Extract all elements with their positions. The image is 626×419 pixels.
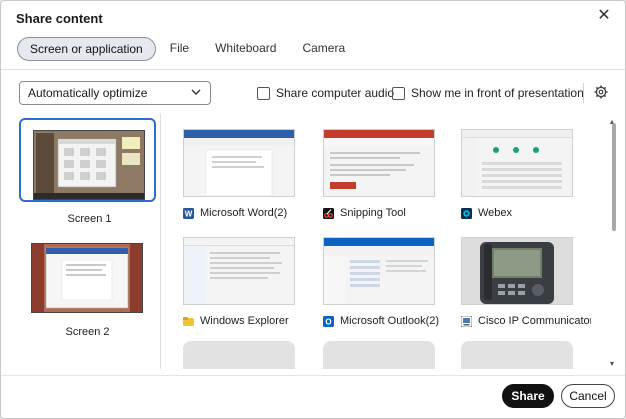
dialog-title: Share content [16,11,103,26]
app-label-row: W Microsoft Word(2) [183,207,287,219]
optimize-select[interactable]: Automatically optimize [19,81,211,105]
app-tile-loading [323,341,435,369]
screen-2-label: Screen 2 [65,326,110,338]
checkbox-box[interactable] [392,86,405,100]
app-label-row: Snipping Tool [323,207,406,219]
app-name: Webex [478,207,513,219]
show-me-checkbox[interactable]: Show me in front of presentation [392,86,584,100]
app-thumbnail [183,237,295,305]
share-audio-checkbox[interactable]: Share computer audio [257,86,394,100]
snipping-preview-graphic [324,138,434,189]
chevron-down-icon [191,89,201,95]
app-thumbnail [461,129,573,197]
app-label-row: Cisco IP Communicator [461,315,591,327]
explorer-preview-graphic [184,246,282,304]
tab-bar: Screen or application File Whiteboard Ca… [17,37,359,61]
app-label-row: O Microsoft Outlook(2) [323,315,439,327]
app-tile-loading [461,341,573,369]
svg-text:O: O [325,317,331,326]
screen-preview-graphic [32,244,142,312]
close-icon[interactable]: ✕ [595,7,613,25]
screens-list: Screen 1 Screen 2 [15,115,160,369]
app-name: Snipping Tool [340,207,406,219]
outlook-preview-graphic [324,246,434,304]
footer-divider [1,375,625,376]
screen-1-label: Screen 1 [67,213,112,225]
app-label-row: Webex [461,207,512,219]
phone-icon [461,315,472,327]
screen-preview-graphic [34,131,144,199]
word-icon: W [183,207,194,219]
app-tile-microsoft-word[interactable]: W Microsoft Word(2) [173,119,301,229]
webex-icon [461,207,472,219]
gear-icon[interactable] [593,84,609,100]
outlook-icon: O [323,315,334,327]
word-preview-graphic [184,138,294,196]
app-thumbnail [323,129,435,197]
app-thumbnail [183,129,295,197]
pane-divider [160,113,161,369]
applications-grid: W Microsoft Word(2) Snipping Tool Webex … [173,119,591,369]
app-tile-microsoft-outlook[interactable]: O Microsoft Outlook(2) [313,227,441,337]
app-name: Cisco IP Communicator [478,315,591,327]
ip-phone-preview-graphic [462,238,572,304]
scroll-down-icon[interactable]: ▼ [607,361,617,369]
app-thumbnail [461,237,573,305]
webex-preview-graphic [462,138,562,196]
app-tile-snipping-tool[interactable]: Snipping Tool [313,119,441,229]
app-name: Microsoft Word(2) [200,207,288,219]
scrollbar-thumb[interactable] [612,123,616,231]
screen-1-thumbnail [33,130,145,200]
app-tile-cisco-ip-communicator[interactable]: Cisco IP Communicator [451,227,591,337]
folder-icon [183,316,194,326]
app-thumbnail [323,237,435,305]
screen-2-thumbnail [31,243,143,313]
tab-camera[interactable]: Camera [290,37,357,61]
screen-1-option[interactable]: Screen 1 [19,118,156,225]
app-name: Windows Explorer [200,315,289,327]
share-content-dialog: Share content ✕ Screen or application Fi… [0,0,626,419]
optimize-select-value: Automatically optimize [28,86,148,100]
tab-whiteboard[interactable]: Whiteboard [203,37,288,61]
app-tile-windows-explorer[interactable]: Windows Explorer [173,227,301,337]
tab-screen-or-application[interactable]: Screen or application [17,37,156,61]
app-tile-webex[interactable]: Webex [451,119,579,229]
app-tile-loading [183,341,295,369]
header-divider [1,69,625,70]
app-name: Microsoft Outlook(2) [340,315,440,327]
share-audio-label: Share computer audio [276,86,395,100]
svg-text:W: W [185,209,193,218]
app-label-row: Windows Explorer [183,315,289,327]
snipping-tool-icon [323,207,334,219]
checkbox-box[interactable] [257,86,270,100]
options-separator [583,83,584,103]
show-me-label: Show me in front of presentation [411,86,584,100]
screen-2-option[interactable]: Screen 2 [19,233,156,338]
share-button[interactable]: Share [502,384,554,408]
tab-file[interactable]: File [158,37,201,61]
cancel-button[interactable]: Cancel [561,384,615,408]
